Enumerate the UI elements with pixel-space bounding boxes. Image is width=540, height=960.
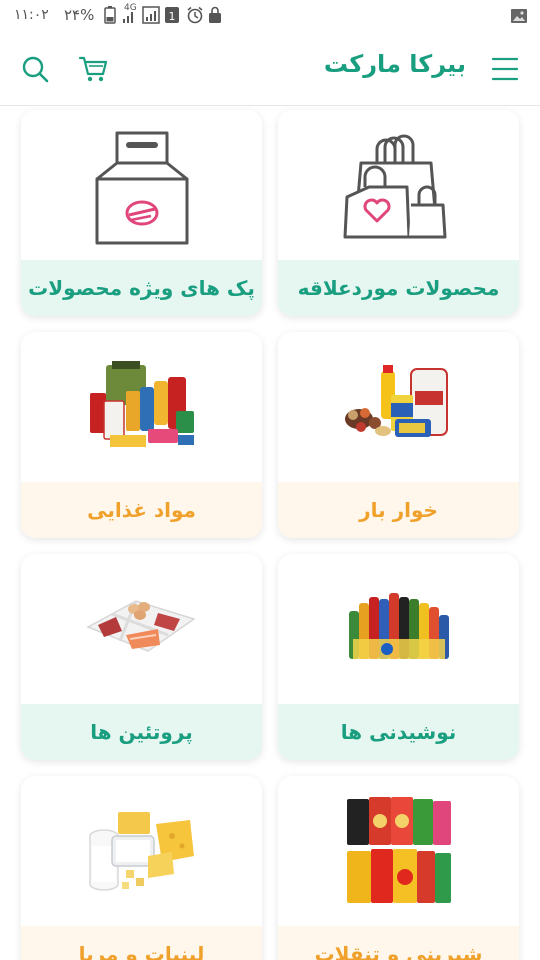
gallery-icon: [511, 9, 527, 23]
category-label: پک های ویژه محصولات: [28, 276, 255, 300]
category-label: نوشیدنی ها: [340, 720, 457, 744]
drinks-photo: [348, 593, 449, 659]
category-card-special-packs[interactable]: پک های ویژه محصولات: [21, 110, 262, 316]
category-image: [278, 110, 519, 260]
app-title: بیرکا مارکت: [323, 50, 466, 78]
cart-button[interactable]: [76, 52, 110, 86]
category-label: لبنیات و مربا: [78, 942, 205, 960]
category-card-snacks[interactable]: شیرینی و تنقلات: [278, 776, 519, 960]
alarm-icon: [187, 6, 203, 24]
category-image: [278, 332, 519, 482]
category-label-bar: پروتئین ها: [21, 704, 262, 760]
category-label-bar: مواد غذایی: [21, 482, 262, 538]
snacks-photo: [346, 797, 451, 903]
status-bar: ۱۱:۰۲ ۲۴% 4G 1: [0, 0, 540, 32]
gift-box-icon: [95, 131, 188, 245]
lock-notification-icon: [209, 6, 221, 23]
category-card-proteins[interactable]: پروتئین ها: [21, 554, 262, 760]
category-card-groceries[interactable]: خوار بار: [278, 332, 519, 538]
svg-text:1: 1: [169, 10, 176, 23]
food-products-photo: [89, 361, 194, 447]
sim-icon: 1: [165, 7, 179, 23]
category-image: [21, 110, 262, 260]
app-bar: بیرکا مارکت: [0, 32, 540, 106]
category-label: محصولات موردعلاقه: [297, 276, 500, 300]
category-image: [278, 776, 519, 926]
battery-icon: [104, 6, 116, 24]
category-card-drinks[interactable]: نوشیدنی ها: [278, 554, 519, 760]
category-label: شیرینی و تنقلات: [314, 942, 483, 960]
category-card-dairy[interactable]: لبنیات و مربا: [21, 776, 262, 960]
category-label-bar: نوشیدنی ها: [278, 704, 519, 760]
category-image: [21, 554, 262, 704]
category-label: پروتئین ها: [90, 720, 193, 744]
dairy-photo: [88, 812, 194, 891]
category-card-favorites[interactable]: محصولات موردعلاقه: [278, 110, 519, 316]
protein-tray-photo: [85, 600, 196, 652]
search-icon: [22, 56, 49, 83]
category-label: مواد غذایی: [87, 498, 196, 522]
menu-button[interactable]: [488, 52, 522, 86]
category-label: خوار بار: [359, 498, 438, 522]
category-label-bar: محصولات موردعلاقه: [278, 260, 519, 316]
battery-percent: ۲۴%: [64, 6, 95, 24]
menu-icon: [491, 57, 519, 81]
category-image: [21, 776, 262, 926]
category-label-bar: خوار بار: [278, 482, 519, 538]
category-card-food[interactable]: مواد غذایی: [21, 332, 262, 538]
signal-strength-icon: [142, 6, 160, 24]
status-time: ۱۱:۰۲: [14, 7, 49, 23]
category-label-bar: لبنیات و مربا: [21, 926, 262, 960]
groceries-photo: [344, 365, 448, 437]
category-image: [21, 332, 262, 482]
category-label-bar: پک های ویژه محصولات: [21, 260, 262, 316]
category-image: [278, 554, 519, 704]
category-label-bar: شیرینی و تنقلات: [278, 926, 519, 960]
network-type: 4G: [124, 3, 137, 13]
search-button[interactable]: [18, 52, 52, 86]
cart-icon: [78, 56, 108, 82]
shopping-bags-heart-icon: [343, 134, 446, 239]
